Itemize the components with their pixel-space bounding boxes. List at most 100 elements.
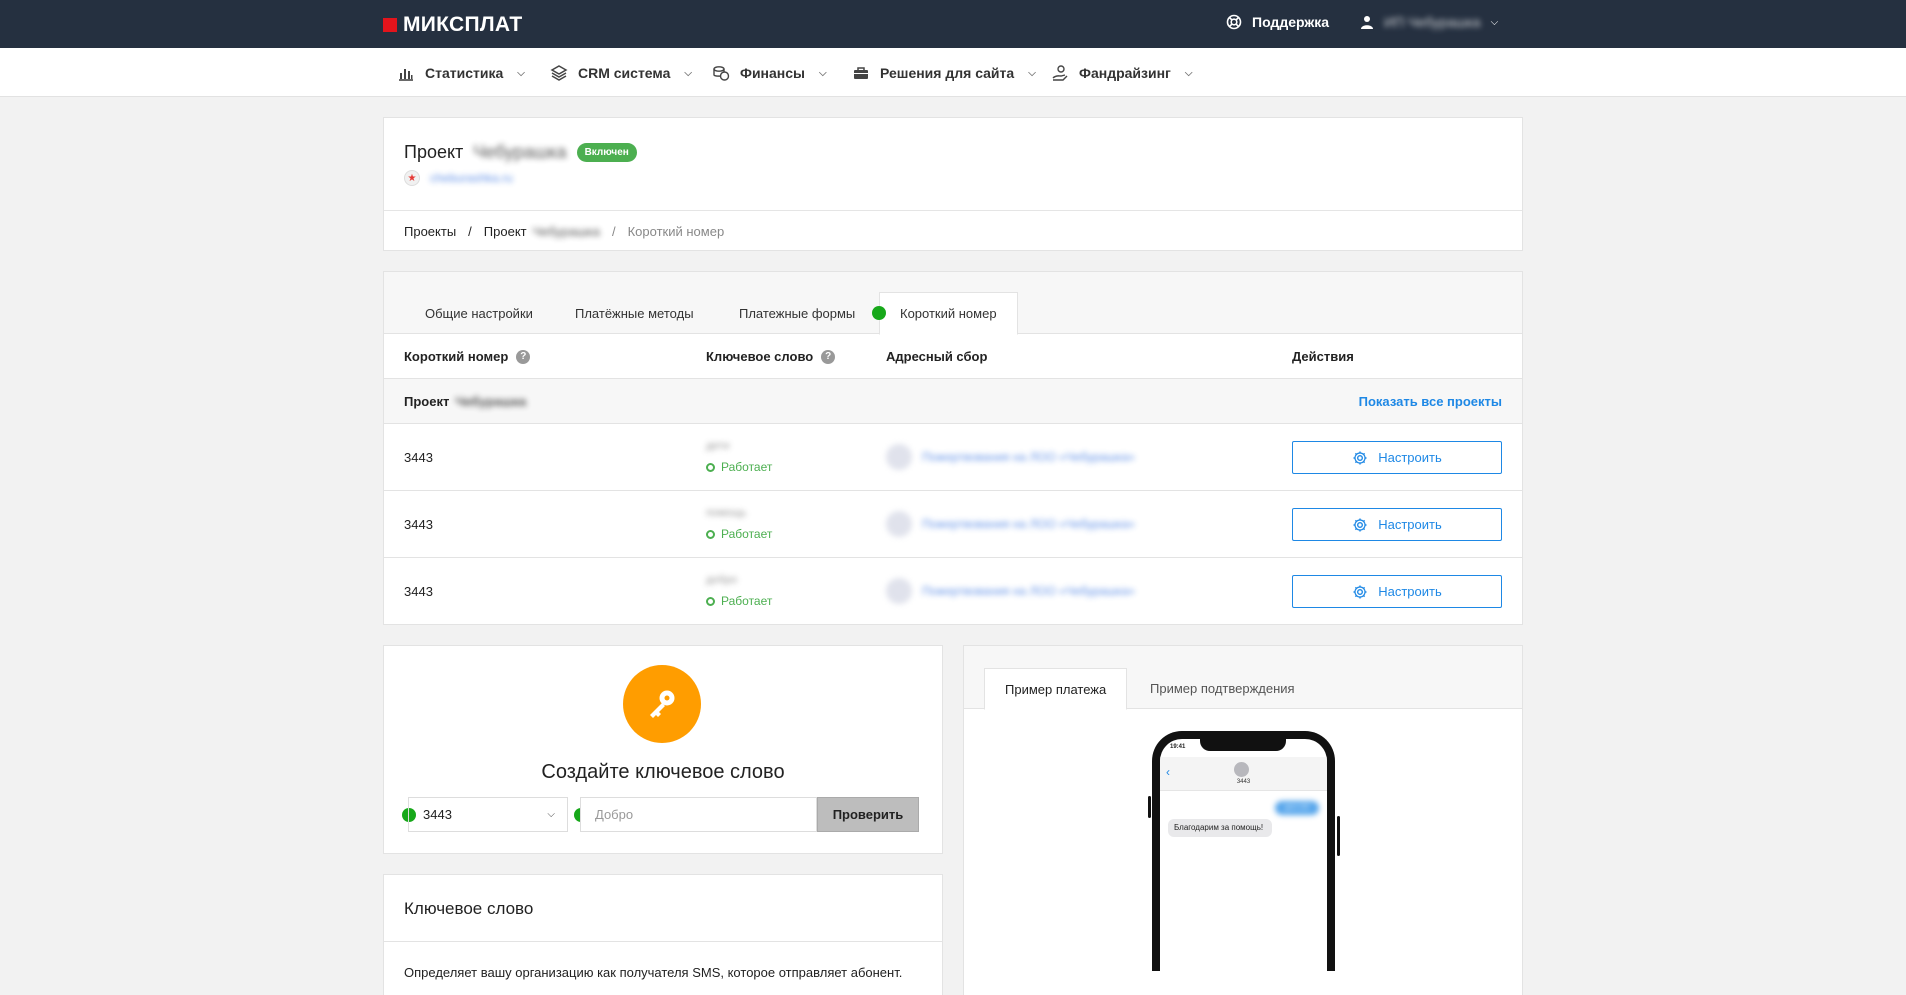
nav-label: Статистика (425, 65, 504, 81)
configure-label: Настроить (1378, 584, 1442, 599)
nav-label: Финансы (740, 65, 805, 81)
nav-fundraising[interactable]: Фандрайзинг ⌵ (1051, 64, 1192, 82)
incoming-message: Благодарим за помощь! (1168, 819, 1272, 837)
keyword-info-card: Ключевое слово Определяет вашу организац… (383, 874, 943, 995)
status-badge: Включен (576, 143, 637, 162)
group-title-prefix: Проект (404, 394, 450, 409)
chevron-down-icon: ⌵ (1490, 16, 1499, 28)
configure-button[interactable]: Настроить (1292, 441, 1502, 474)
project-header-card: Проект Чебурашка Включен ★ cheburashka.r… (383, 117, 1523, 251)
brand-name: МИКСПЛАТ (403, 13, 523, 36)
preview-card: Пример платежа Пример подтверждения 19:4… (963, 645, 1523, 995)
show-all-projects-link[interactable]: Показать все проекты (1359, 394, 1502, 409)
keyword-input[interactable]: Добро (580, 797, 817, 832)
row-fund-link[interactable]: Пожертвования на ЛОО «Чебурашка» (922, 584, 1135, 598)
chevron-down-icon: ⌵ (1184, 67, 1193, 79)
table-row: 3443 добро Работает Пожертвования на ЛОО… (384, 558, 1522, 625)
user-icon (1361, 16, 1373, 29)
main-nav: Статистика ⌵ CRM система ⌵ Финансы ⌵ Реш… (0, 48, 1906, 97)
nav-finance[interactable]: Финансы ⌵ (712, 64, 827, 82)
row-fund[interactable]: Пожертвования на ЛОО «Чебурашка» (886, 578, 1135, 604)
nav-label: Фандрайзинг (1079, 65, 1171, 81)
briefcase-icon (854, 67, 868, 79)
phone-notch (1200, 739, 1286, 751)
row-status-label: Работает (721, 460, 773, 474)
breadcrumb: Проекты / Проект Чебурашка / Короткий но… (384, 210, 1522, 252)
project-site-link[interactable]: cheburashka.ru (430, 171, 513, 185)
group-row: Проект Чебурашка Показать все проекты (384, 379, 1522, 424)
configure-button[interactable]: Настроить (1292, 575, 1502, 608)
col-short-number: Короткий номер ? (404, 349, 531, 364)
phone-button (1337, 816, 1340, 856)
hand-coin-icon (1052, 65, 1068, 81)
row-status-label: Работает (721, 527, 773, 541)
breadcrumb-current: Короткий номер (627, 224, 725, 239)
row-keyword: помощь (706, 507, 747, 519)
breadcrumb-project-name: Чебурашка (532, 224, 600, 239)
row-number: 3443 (404, 450, 433, 465)
nav-label: CRM система (578, 65, 671, 81)
row-fund[interactable]: Пожертвования на ЛОО «Чебурашка» (886, 511, 1135, 537)
breadcrumb-separator: / (468, 224, 472, 239)
brand-logo[interactable]: МИКСПЛАТ (383, 13, 522, 37)
key-glyph (650, 690, 675, 718)
chevron-down-icon: ⌵ (547, 809, 555, 820)
row-fund-link[interactable]: Пожертвования на ЛОО «Чебурашка» (922, 450, 1135, 464)
row-number: 3443 (404, 584, 433, 599)
contact-avatar (1234, 762, 1249, 777)
row-fund-link[interactable]: Пожертвования на ЛОО «Чебурашка» (922, 517, 1135, 531)
tab-payment-methods[interactable]: Платёжные методы (555, 292, 714, 334)
coins-icon (713, 66, 730, 81)
configure-label: Настроить (1378, 517, 1442, 532)
col-label: Действия (1292, 349, 1354, 364)
nav-label: Решения для сайта (880, 65, 1015, 81)
project-title: Проект Чебурашка Включен (404, 142, 637, 163)
row-number: 3443 (404, 517, 433, 532)
project-site[interactable]: ★ cheburashka.ru (404, 170, 513, 186)
row-status: Работает (706, 460, 772, 474)
col-target-fund: Адресный сбор (886, 349, 987, 364)
layers-icon (550, 65, 568, 81)
check-button[interactable]: Проверить (817, 797, 919, 832)
nav-crm[interactable]: CRM система ⌵ (550, 64, 692, 82)
brand-mark-icon (383, 18, 397, 32)
key-icon (623, 665, 701, 743)
tab-general-settings[interactable]: Общие настройки (405, 292, 553, 334)
short-number-select[interactable]: 3443 ⌵ (408, 797, 568, 832)
status-ring-icon (706, 596, 715, 606)
breadcrumb-project[interactable]: Проект Чебурашка (484, 224, 600, 239)
support-link[interactable]: Поддержка (1226, 14, 1329, 30)
project-title-prefix: Проект (404, 142, 464, 162)
row-status-label: Работает (721, 594, 773, 608)
gear-icon (1353, 585, 1367, 598)
chevron-down-icon: ⌵ (1028, 67, 1036, 79)
outgoing-message-text: дети 100 (1284, 805, 1310, 811)
configure-button[interactable]: Настроить (1292, 508, 1502, 541)
tab-short-number[interactable]: Короткий номер (879, 292, 1018, 335)
breadcrumb-projects[interactable]: Проекты (404, 224, 456, 239)
row-keyword: добро (706, 574, 738, 586)
help-icon[interactable]: ? (821, 349, 836, 364)
fund-avatar (886, 444, 912, 470)
project-name: Чебурашка (473, 142, 567, 162)
phone-button (1148, 796, 1151, 818)
user-menu[interactable]: ИП Чебурашка ⌵ (1360, 14, 1498, 30)
tab-confirmation-example[interactable]: Пример подтверждения (1130, 668, 1315, 709)
fund-avatar (886, 578, 912, 604)
nav-statistics[interactable]: Статистика ⌵ (397, 64, 525, 82)
phone-chat-header: ‹ 3443 (1160, 757, 1327, 791)
top-bar: МИКСПЛАТ Поддержка ИП Чебурашка ⌵ (0, 0, 1906, 48)
row-fund[interactable]: Пожертвования на ЛОО «Чебурашка» (886, 444, 1135, 470)
table-row: 3443 помощь Работает Пожертвования на ЛО… (384, 491, 1522, 558)
outgoing-message: дети 100 (1275, 801, 1319, 815)
help-icon[interactable]: ? (516, 349, 531, 364)
tab-payment-example[interactable]: Пример платежа (984, 668, 1128, 710)
table-header: Короткий номер ? Ключевое слово ? Адресн… (384, 334, 1522, 379)
nav-site-solutions[interactable]: Решения для сайта ⌵ (852, 64, 1036, 82)
star-icon: ★ (404, 170, 420, 186)
divider (384, 941, 942, 942)
col-label: Короткий номер (404, 349, 509, 364)
configure-label: Настроить (1378, 450, 1442, 465)
row-keyword: дети (706, 440, 730, 452)
tab-payment-forms[interactable]: Платежные формы (719, 292, 875, 334)
